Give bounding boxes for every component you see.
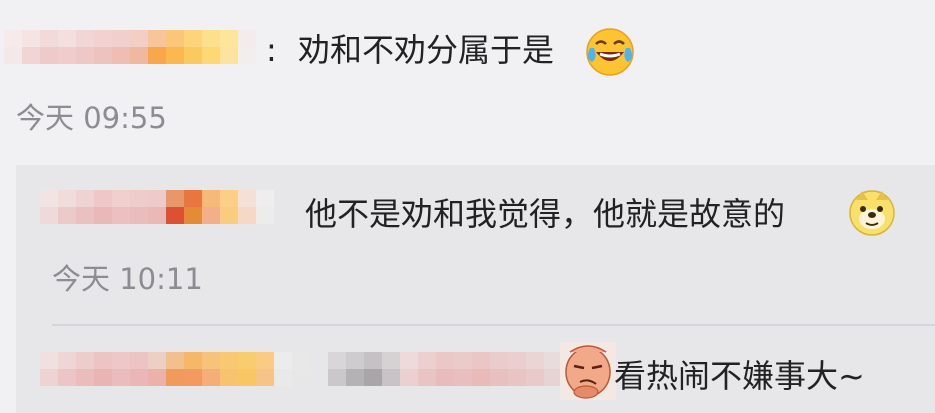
sub-reply-text: 看热闹不嫌事大~	[614, 357, 865, 395]
sub-reply-target-blurred[interactable]	[328, 352, 562, 386]
doge-icon	[846, 186, 898, 238]
comment-text: 劝和不劝分属于是	[298, 31, 555, 69]
sneer-sticker-icon	[560, 342, 616, 400]
comment-time: 今天 09:55	[16, 101, 167, 135]
reply-username-blurred[interactable]	[40, 190, 274, 224]
reply-time: 今天 10:11	[52, 262, 203, 296]
comment-separator: :	[266, 31, 277, 69]
laugh-cry-icon	[584, 26, 636, 78]
reply-text: 他不是劝和我觉得，他就是故意的	[305, 195, 786, 233]
comment: : 劝和不劝分属于是 今天 09:55	[0, 0, 935, 165]
sub-reply-username-blurred[interactable]	[40, 352, 310, 386]
username-blurred[interactable]	[4, 30, 256, 64]
reply-divider	[52, 324, 935, 326]
